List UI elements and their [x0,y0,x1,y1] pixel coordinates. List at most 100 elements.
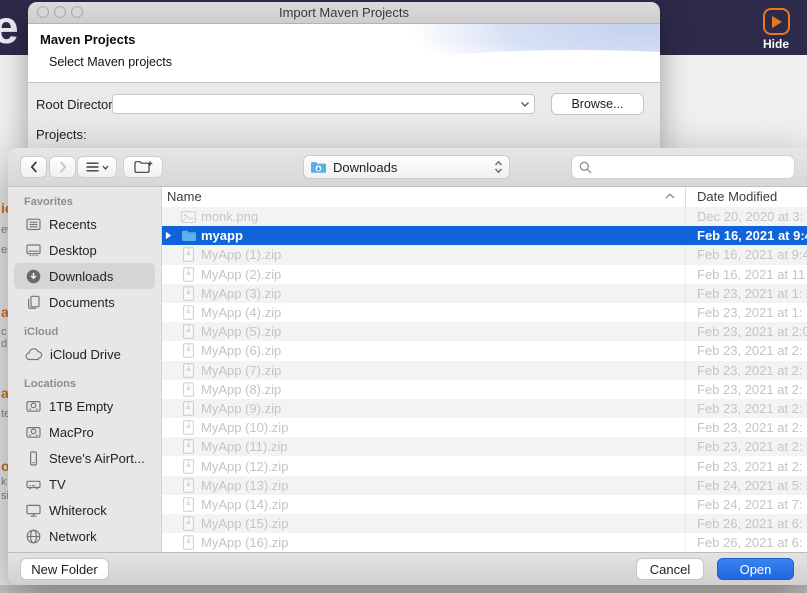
zip-icon [180,459,197,474]
sidebar-item-network[interactable]: Network [14,523,155,549]
sidebar-section-title: iCloud [8,323,161,341]
hide-control[interactable]: Hide [757,8,795,51]
file-name: MyApp (12).zip [201,459,288,474]
file-row[interactable]: MyApp (3).zipFeb 23, 2021 at 1: [162,284,807,303]
chevron-down-icon [102,165,109,170]
dialog-titlebar[interactable]: Import Maven Projects [28,2,660,24]
file-row[interactable]: MyApp (8).zipFeb 23, 2021 at 2: [162,380,807,399]
new-folder-toolbar-button[interactable] [123,156,163,178]
open-button[interactable]: Open [717,558,794,580]
file-row[interactable]: MyApp (16).zipFeb 26, 2021 at 6: [162,533,807,552]
sidebar-item-label: Network [49,529,97,544]
file-row[interactable]: MyApp (11).zipFeb 23, 2021 at 2: [162,437,807,456]
column-header-name[interactable]: Name [167,189,202,204]
sidebar-item-tv[interactable]: TV [14,471,155,497]
window-controls[interactable] [37,6,83,18]
file-name: MyApp (13).zip [201,478,288,493]
sidebar-item-desktop[interactable]: Desktop [14,237,155,263]
chevron-right-icon [59,161,67,173]
sort-ascending-icon[interactable] [665,193,675,199]
file-row[interactable]: MyApp (6).zip Feb 23, 2021 at 2: [162,341,807,360]
folder-icon [180,229,197,242]
zip-icon [180,420,197,435]
file-row[interactable]: MyApp (14).zip Feb 24, 2021 at 7: [162,495,807,514]
projects-label: Projects: [36,127,87,142]
view-options-button[interactable] [77,156,117,178]
search-field[interactable] [571,155,795,179]
file-dialog-toolbar: Downloads [8,148,807,187]
file-row[interactable]: MyApp (4).zipFeb 23, 2021 at 1: [162,303,807,322]
browse-button[interactable]: Browse... [551,93,644,115]
close-window-button[interactable] [37,6,49,18]
file-row[interactable]: MyApp (9).zipFeb 23, 2021 at 2: [162,399,807,418]
sidebar-item-1tb-empty[interactable]: 1TB Empty [14,393,155,419]
play-icon[interactable] [763,8,790,35]
up-down-chevrons-icon [494,160,503,174]
sidebar-item-recents[interactable]: Recents [14,211,155,237]
search-input[interactable] [597,159,787,176]
root-directory-combobox[interactable] [112,94,535,114]
file-name: MyApp (11).zip [201,439,287,454]
background-text-fragment: d [1,338,7,350]
file-row[interactable]: MyApp (1).zipFeb 16, 2021 at 9:4 [162,245,807,264]
sidebar-item-label: Desktop [49,243,97,258]
file-row[interactable]: MyApp (10).zipFeb 23, 2021 at 2: [162,418,807,437]
background-strip [0,585,807,593]
forward-button[interactable] [49,156,76,178]
file-name: MyApp (6).zip [201,343,281,358]
file-row[interactable]: MyApp (15).zipFeb 26, 2021 at 6: [162,514,807,533]
sidebar-item-label: Steve's AirPort... [49,451,145,466]
file-open-dialog: Downloads FavoritesRecentsDesktopDownloa… [8,148,807,585]
hide-label: Hide [757,37,795,51]
file-name: MyApp (3).zip [201,286,281,301]
file-name: MyApp (14).zip [201,497,288,512]
downloads-folder-icon [310,160,327,174]
sidebar-item-whiterock[interactable]: Whiterock [14,497,155,523]
sidebar-item-downloads[interactable]: Downloads [14,263,155,289]
back-button[interactable] [20,156,47,178]
zip-icon [180,478,197,493]
sidebar-item-label: TV [49,477,66,492]
search-icon [579,161,592,174]
chevron-down-icon[interactable] [516,101,534,108]
file-name: MyApp (4).zip [201,305,281,320]
column-divider[interactable] [685,187,686,207]
new-folder-button[interactable]: New Folder [20,558,109,580]
file-row[interactable]: MyApp (2).zipFeb 16, 2021 at 11 [162,265,807,284]
file-list: Name Date Modified monk.pngDec 20, 2020 … [162,187,807,552]
file-date-modified: Feb 23, 2021 at 2: [697,343,803,358]
sidebar-item-macpro[interactable]: MacPro [14,419,155,445]
file-row[interactable]: MyApp (7).zipFeb 23, 2021 at 2: [162,361,807,380]
desktop-icon [25,242,42,259]
wizard-subheading: Select Maven projects [49,55,172,69]
cancel-button[interactable]: Cancel [636,558,704,580]
zip-icon [180,401,197,416]
zip-icon [180,286,197,301]
zip-icon [180,324,197,339]
file-date-modified: Feb 16, 2021 at 9:4 [697,228,807,243]
file-name: MyApp (10).zip [201,420,288,435]
disclosure-triangle-icon[interactable] [162,231,180,240]
file-date-modified: Feb 24, 2021 at 5: [697,478,803,493]
sidebar-item-icloud-drive[interactable]: iCloud Drive [14,341,155,367]
list-view-icon [86,162,99,172]
file-row[interactable]: MyApp (13).zip Feb 24, 2021 at 5: [162,476,807,495]
column-header-date-modified[interactable]: Date Modified [697,189,777,204]
file-row[interactable]: monk.pngDec 20, 2020 at 3: [162,207,807,226]
zoom-window-button[interactable] [71,6,83,18]
sidebar-section-title: Locations [8,375,161,393]
minimize-window-button[interactable] [54,6,66,18]
sidebar-item-label: 1TB Empty [49,399,113,414]
file-row[interactable]: MyApp (12).zipFeb 23, 2021 at 2: [162,456,807,475]
sidebar-item-documents[interactable]: Documents [14,289,155,315]
sidebar-item-steve-s-airport-[interactable]: Steve's AirPort... [14,445,155,471]
file-row[interactable]: myappFeb 16, 2021 at 9:4 [162,226,807,245]
file-date-modified: Feb 23, 2021 at 2:0 [697,324,807,339]
dialog-title: Import Maven Projects [279,5,409,20]
file-rows: monk.pngDec 20, 2020 at 3:myappFeb 16, 2… [162,207,807,552]
file-date-modified: Feb 24, 2021 at 7: [697,497,803,512]
file-name: MyApp (16).zip [201,535,288,550]
zip-icon [180,247,197,262]
file-row[interactable]: MyApp (5).zipFeb 23, 2021 at 2:0 [162,322,807,341]
location-dropdown[interactable]: Downloads [303,155,510,179]
